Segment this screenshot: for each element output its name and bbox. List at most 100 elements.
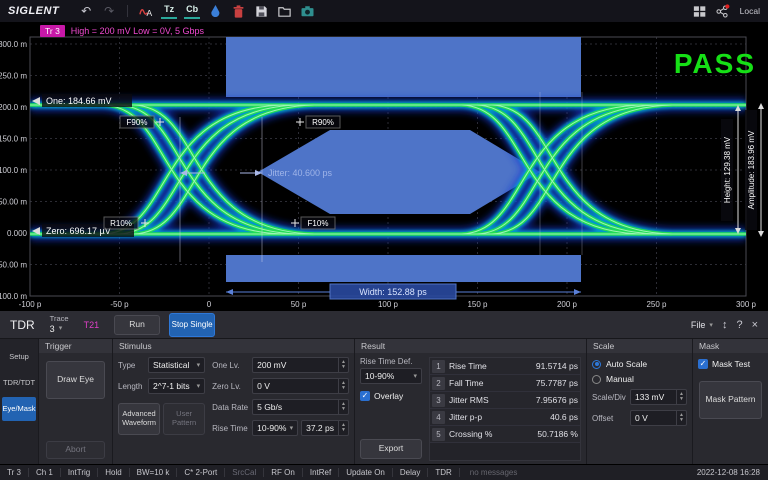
scale-div-label: Scale/Div [592, 393, 630, 402]
mask-pattern-button[interactable]: Mask Pattern [699, 381, 762, 419]
overlay-checkbox-row[interactable]: ✓ Overlay [360, 391, 422, 401]
undo-icon[interactable]: ↶ [78, 3, 94, 19]
help-icon[interactable]: ? [736, 319, 742, 331]
cb-icon[interactable]: Cb [184, 3, 200, 19]
stimulus-type-select[interactable]: Statistical ▾ [148, 357, 205, 373]
folder-icon[interactable] [276, 3, 292, 19]
trash-icon[interactable] [230, 3, 246, 19]
tab-eye-mask[interactable]: Eye/Mask [2, 397, 36, 421]
table-row[interactable]: 2 Fall Time 75.7787 ps [430, 375, 580, 392]
rise-time-input[interactable]: 37.2 ps ▲▼ [301, 420, 349, 436]
table-row[interactable]: 1 Rise Time 91.5714 ps [430, 358, 580, 375]
height-measure: Height: 129.38 mV [721, 105, 741, 234]
mask-section-title: Mask [693, 339, 768, 353]
data-rate-input[interactable]: 5 Gb/s ▲▼ [252, 399, 349, 415]
trace-settings-text: High = 200 mV Low = 0V, 5 Gbps [71, 26, 204, 36]
scale-section: Scale Auto Scale Manual Scale/Div 133 mV… [586, 339, 692, 465]
offset-input[interactable]: 0 V ▲▼ [630, 410, 687, 426]
data-rate-label: Data Rate [212, 403, 252, 412]
amplitude-measure: Amplitude: 183.96 mV [745, 103, 764, 237]
status-channel[interactable]: Ch 1 [29, 468, 61, 477]
overlay-label: Overlay [374, 391, 403, 401]
trace-badge[interactable]: Tr 3 [40, 25, 65, 37]
eye-diagram-plot[interactable]: Jitter: 40.600 ps Width: 152.88 ps One: … [0, 22, 768, 310]
mask-test-checkbox[interactable]: ✓ [698, 359, 708, 369]
f90-label: F90% [127, 118, 148, 127]
status-datetime: 2022-12-08 16:28 [689, 468, 768, 477]
resize-panel-icon[interactable]: ↕ [722, 319, 728, 331]
one-level-label: One: 184.66 mV [46, 96, 112, 106]
display-layout-icon[interactable] [692, 3, 708, 19]
local-remote-label[interactable]: Local [740, 6, 760, 16]
trace-select[interactable]: Trace 3▾ [50, 315, 69, 334]
stepper-arrows-icon[interactable]: ▲▼ [338, 400, 348, 414]
table-row[interactable]: 4 Jitter p-p 40.6 ps [430, 409, 580, 426]
svg-text:-50.00 m: -50.00 m [0, 261, 27, 270]
table-row[interactable]: 3 Jitter RMS 7.95676 ps [430, 392, 580, 409]
trigger-section: Trigger Draw Eye Abort [38, 339, 112, 465]
svg-text:300.0 m: 300.0 m [0, 40, 27, 49]
jitter-value-label: Jitter: 40.600 ps [268, 168, 333, 178]
svg-text:50 p: 50 p [291, 300, 307, 309]
stepper-arrows-icon[interactable]: ▲▼ [676, 390, 686, 404]
status-update[interactable]: Update On [339, 468, 393, 477]
chevron-down-icon: ▾ [290, 424, 294, 432]
user-pattern-button[interactable]: User Pattern [163, 403, 205, 435]
close-panel-icon[interactable]: × [752, 319, 758, 331]
svg-text:300 p: 300 p [736, 300, 757, 309]
auto-scale-radio[interactable] [592, 360, 601, 369]
top-toolbar: SIGLENT ↶ ↷ A Tz Cb Local [0, 0, 768, 22]
stepper-arrows-icon[interactable]: ▲▼ [338, 421, 348, 435]
abort-button[interactable]: Abort [46, 441, 105, 459]
status-cal[interactable]: C* 2-Port [177, 468, 225, 477]
status-trigger[interactable]: IntTrig [61, 468, 98, 477]
status-bandwidth[interactable]: BW=10 k [130, 468, 178, 477]
advanced-waveform-button[interactable]: Advanced Waveform [118, 403, 160, 435]
width-value-label: Width: 152.88 ps [359, 287, 427, 297]
svg-text:200.0 m: 200.0 m [0, 103, 27, 112]
autoscale-waveform-icon[interactable]: A [138, 3, 154, 19]
draw-eye-button[interactable]: Draw Eye [46, 361, 105, 399]
manual-scale-radio[interactable] [592, 375, 601, 384]
zero-level-input[interactable]: 0 V ▲▼ [252, 378, 349, 394]
channel-label[interactable]: T21 [84, 320, 100, 330]
stop-single-button[interactable]: Stop Single [169, 313, 215, 337]
file-menu[interactable]: File ▾ [691, 320, 713, 330]
tz-icon[interactable]: Tz [161, 3, 177, 19]
overlay-checkbox[interactable]: ✓ [360, 391, 370, 401]
f10-label: F10% [308, 219, 329, 228]
result-rise-def-select[interactable]: 10-90% ▾ [360, 368, 422, 384]
auto-scale-radio-row[interactable]: Auto Scale [592, 359, 687, 369]
status-trace[interactable]: Tr 3 [0, 468, 29, 477]
mask-test-checkbox-row[interactable]: ✓ Mask Test [698, 359, 763, 369]
stepper-arrows-icon[interactable]: ▲▼ [676, 411, 686, 425]
stepper-arrows-icon[interactable]: ▲▼ [338, 379, 348, 393]
lan-status-icon[interactable] [715, 3, 731, 19]
stepper-arrows-icon[interactable]: ▲▼ [338, 358, 348, 372]
trigger-section-title: Trigger [39, 339, 112, 353]
type-label: Type [118, 361, 148, 370]
tab-setup[interactable]: Setup [2, 345, 36, 369]
manual-scale-radio-row[interactable]: Manual [592, 374, 687, 384]
status-rf[interactable]: RF On [264, 468, 303, 477]
status-ref[interactable]: IntRef [303, 468, 339, 477]
status-hold[interactable]: Hold [98, 468, 129, 477]
scale-div-input[interactable]: 133 mV ▲▼ [630, 389, 687, 405]
run-button[interactable]: Run [114, 315, 160, 335]
redo-icon[interactable]: ↷ [101, 3, 117, 19]
rise-time-def-select[interactable]: 10-90% ▾ [252, 420, 298, 436]
status-mode[interactable]: TDR [428, 468, 459, 477]
camera-icon[interactable] [299, 3, 315, 19]
pattern-length-select[interactable]: 2^7-1 bits ▾ [148, 378, 205, 394]
save-icon[interactable] [253, 3, 269, 19]
tab-tdr-tdt[interactable]: TDR/TDT [2, 371, 36, 395]
eye-diagram-canvas: Jitter: 40.600 ps Width: 152.88 ps One: … [0, 22, 768, 310]
export-button[interactable]: Export [360, 439, 422, 459]
table-row[interactable]: 5 Crossing % 50.7186 % [430, 426, 580, 443]
status-delay[interactable]: Delay [393, 468, 428, 477]
dropper-icon[interactable] [207, 3, 223, 19]
status-srccal[interactable]: SrcCal [225, 468, 264, 477]
result-section-title: Result [355, 339, 586, 353]
panel-body: Setup TDR/TDT Eye/Mask Trigger Draw Eye … [0, 339, 768, 465]
one-level-input[interactable]: 200 mV ▲▼ [252, 357, 349, 373]
